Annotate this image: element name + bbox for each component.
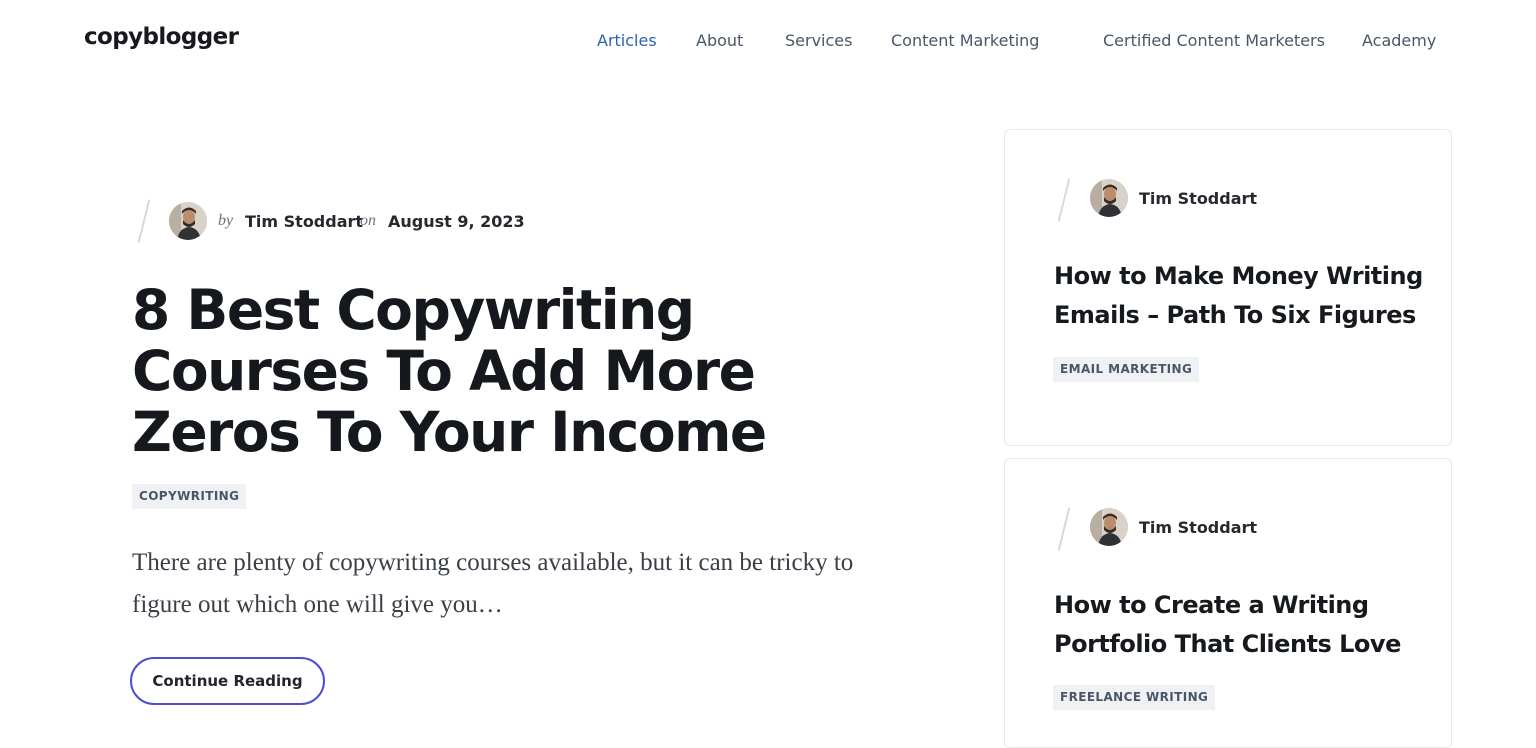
avatar-photo-icon — [1090, 508, 1128, 546]
meta-by: by — [218, 212, 234, 229]
meta-on: on — [360, 212, 376, 229]
category-tag[interactable]: EMAIL MARKETING — [1053, 357, 1200, 382]
author-name[interactable]: Tim Stoddart — [1139, 518, 1257, 537]
main-nav: Articles About Services Content Marketin… — [0, 31, 1536, 55]
nav-articles[interactable]: Articles — [597, 31, 657, 50]
category-tag[interactable]: COPYWRITING — [132, 484, 247, 509]
nav-content-marketing[interactable]: Content Marketing — [891, 31, 1039, 50]
meta-divider — [1057, 507, 1071, 551]
author-avatar[interactable] — [169, 202, 207, 240]
category-tag[interactable]: FREELANCE WRITING — [1053, 685, 1216, 710]
nav-academy[interactable]: Academy — [1362, 31, 1436, 50]
author-name[interactable]: Tim Stoddart — [245, 212, 363, 231]
nav-about[interactable]: About — [696, 31, 743, 50]
publish-date: August 9, 2023 — [388, 212, 525, 231]
sidebar-card[interactable]: Tim Stoddart How to Create a Writing Por… — [1004, 458, 1452, 748]
card-title[interactable]: How to Create a Writing Portfolio That C… — [1054, 586, 1434, 664]
author-name[interactable]: Tim Stoddart — [1139, 189, 1257, 208]
continue-reading-button[interactable]: Continue Reading — [130, 657, 325, 705]
nav-services[interactable]: Services — [785, 31, 852, 50]
meta-divider — [137, 199, 151, 243]
author-avatar[interactable] — [1090, 508, 1128, 546]
site-header: copyblogger Articles About Services Cont… — [0, 0, 1536, 84]
meta-divider — [1057, 178, 1071, 222]
article-title[interactable]: 8 Best Copywriting Courses To Add More Z… — [132, 280, 902, 463]
avatar-photo-icon — [169, 202, 207, 240]
author-avatar[interactable] — [1090, 179, 1128, 217]
article-excerpt: There are plenty of copywriting courses … — [132, 549, 854, 618]
sidebar-card[interactable]: Tim Stoddart How to Make Money Writing E… — [1004, 129, 1452, 446]
nav-certified-content-marketers[interactable]: Certified Content Marketers — [1103, 31, 1325, 50]
card-title[interactable]: How to Make Money Writing Emails – Path … — [1054, 257, 1434, 335]
avatar-photo-icon — [1090, 179, 1128, 217]
